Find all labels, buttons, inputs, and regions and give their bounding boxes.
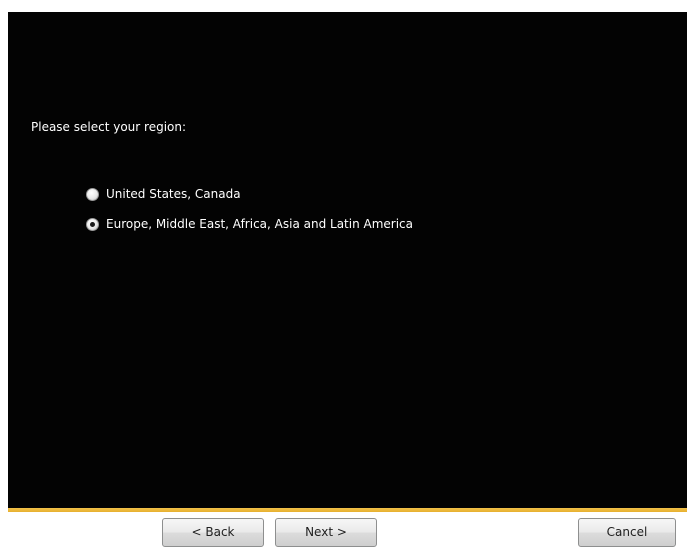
next-button[interactable]: Next > [275, 518, 377, 547]
wizard-content-panel [8, 12, 687, 508]
back-button[interactable]: < Back [162, 518, 264, 547]
region-option-label: United States, Canada [106, 187, 241, 201]
region-radio-us-canada[interactable] [86, 187, 99, 201]
cancel-button[interactable]: Cancel [578, 518, 676, 547]
setup-wizard-dialog: Please select your region: United States… [0, 0, 691, 551]
region-prompt: Please select your region: [31, 120, 187, 134]
region-radio-emea-asia-latam[interactable] [86, 217, 99, 231]
region-option-us-canada[interactable]: United States, Canada [86, 186, 241, 202]
region-option-emea-asia-latam[interactable]: Europe, Middle East, Africa, Asia and La… [86, 216, 413, 232]
region-option-label: Europe, Middle East, Africa, Asia and La… [106, 217, 414, 231]
